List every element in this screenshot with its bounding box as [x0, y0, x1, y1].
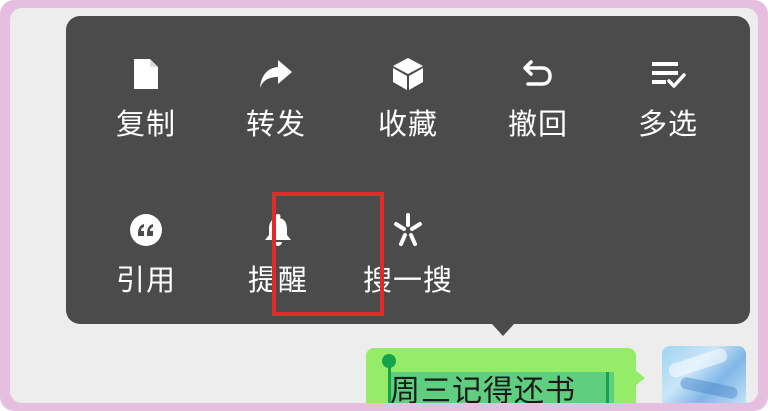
- message-bubble[interactable]: 周三记得还书: [366, 348, 645, 403]
- menu-item-quote[interactable]: 引用: [96, 202, 196, 312]
- sparkle-icon: [388, 210, 428, 250]
- message-context-menu: 复制 转发 收藏 撤回 多选 引用 提醒 搜一搜: [66, 16, 750, 324]
- avatar[interactable]: [662, 346, 746, 403]
- menu-item-copy[interactable]: 复制: [96, 46, 196, 156]
- screenshot-frame: 复制 转发 收藏 撤回 多选 引用 提醒 搜一搜 周三记得还书: [0, 0, 768, 411]
- menu-item-label: 引用: [115, 263, 176, 297]
- forward-arrow-icon: [256, 54, 296, 94]
- document-icon: [126, 54, 166, 94]
- menu-pointer-arrow: [492, 324, 514, 336]
- menu-item-favorite[interactable]: 收藏: [358, 46, 458, 156]
- menu-item-multiselect[interactable]: 多选: [618, 46, 718, 156]
- cube-icon: [388, 54, 428, 94]
- quote-icon: [126, 210, 166, 250]
- undo-icon: [518, 54, 558, 94]
- menu-item-label: 撤回: [507, 107, 568, 141]
- menu-item-label: 复制: [115, 107, 176, 141]
- menu-item-label: 转发: [245, 107, 306, 141]
- menu-item-forward[interactable]: 转发: [226, 46, 326, 156]
- selection-cursor-end: [606, 372, 609, 403]
- bubble-tail: [635, 370, 645, 386]
- chat-screen: 复制 转发 收藏 撤回 多选 引用 提醒 搜一搜 周三记得还书: [10, 8, 758, 403]
- menu-item-label: 收藏: [377, 107, 438, 141]
- message-text: 周三记得还书: [390, 374, 576, 403]
- remind-highlight-box: [272, 192, 384, 316]
- menu-item-label: 多选: [637, 107, 698, 141]
- list-check-icon: [648, 54, 688, 94]
- selection-cursor-start: [388, 366, 391, 403]
- menu-item-recall[interactable]: 撤回: [488, 46, 588, 156]
